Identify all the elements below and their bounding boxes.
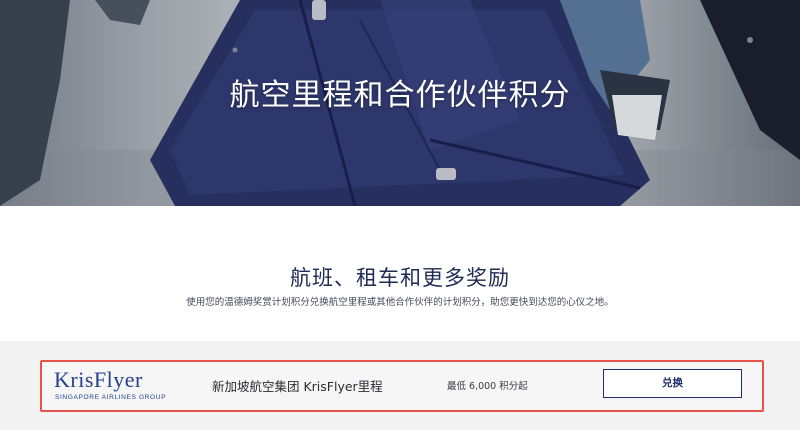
minimum-points: 最低 6,000 积分起 — [447, 381, 528, 392]
partner-offer-card: KrisFlyer SINGAPORE AIRLINES GROUP 新加坡航空… — [40, 360, 764, 412]
partner-name: 新加坡航空集团 KrisFlyer里程 — [212, 379, 383, 394]
logo-tagline: SINGAPORE AIRLINES GROUP — [55, 394, 167, 401]
krisflyer-logo: KrisFlyer SINGAPORE AIRLINES GROUP — [54, 368, 178, 404]
logo-wordmark: KrisFlyer — [54, 367, 143, 392]
redeem-button[interactable]: 兑换 — [603, 369, 742, 398]
section-title: 航班、租车和更多奖励 — [290, 266, 510, 290]
hero-title: 航空里程和合作伙伴积分 — [229, 78, 571, 113]
hero-banner: 航空里程和合作伙伴积分 — [0, 0, 800, 206]
section-subtitle: 使用您的温德姆奖赏计划积分兑换航空里程或其他合作伙伴的计划积分，助您更快到达您的… — [186, 297, 614, 308]
